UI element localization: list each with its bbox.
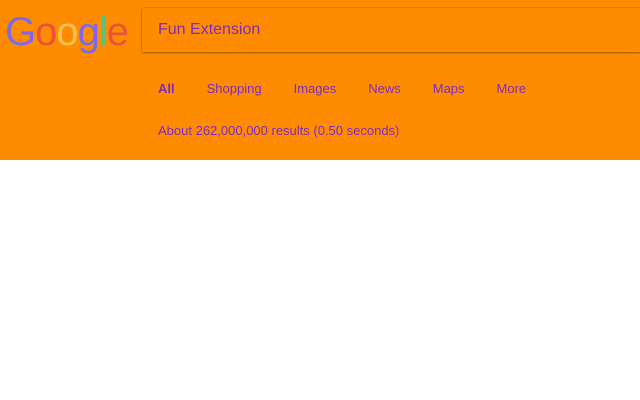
search-header: Google All Shopping Images News Maps Mor…: [0, 0, 640, 160]
tab-images[interactable]: Images: [294, 81, 337, 96]
logo-letter: e: [106, 10, 129, 54]
google-logo[interactable]: Google: [5, 10, 129, 54]
tab-more[interactable]: More: [497, 81, 527, 96]
search-input[interactable]: [158, 8, 628, 52]
logo-letter: G: [5, 10, 36, 54]
search-box[interactable]: [142, 8, 640, 52]
tab-shopping[interactable]: Shopping: [207, 81, 262, 96]
search-tabs: All Shopping Images News Maps More: [158, 78, 558, 98]
tab-news[interactable]: News: [368, 81, 401, 96]
logo-letter: o: [35, 10, 57, 54]
logo-letter: o: [56, 10, 78, 54]
result-stats: About 262,000,000 results (0.50 seconds): [158, 123, 400, 138]
results-area: [0, 160, 640, 400]
tab-all[interactable]: All: [158, 81, 175, 96]
tab-maps[interactable]: Maps: [433, 81, 465, 96]
logo-letter: l: [98, 10, 108, 54]
logo-letter: g: [77, 10, 100, 54]
